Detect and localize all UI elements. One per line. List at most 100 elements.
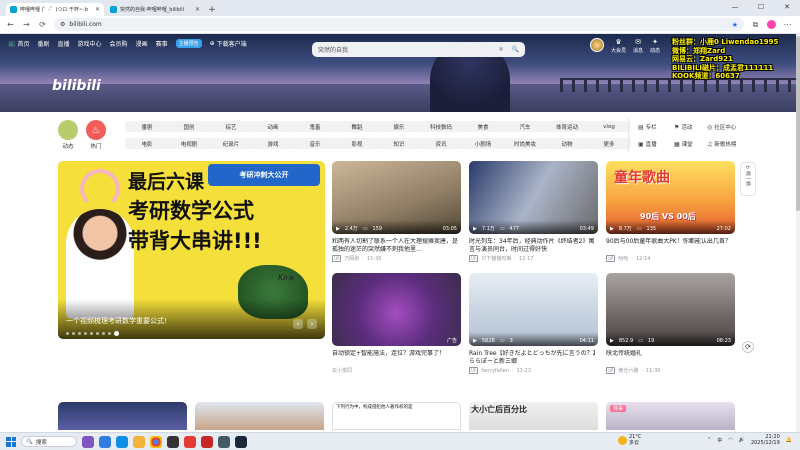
weather-widget[interactable]: 21°C 多云	[618, 434, 641, 446]
windows-start-icon[interactable]	[6, 436, 16, 447]
carousel-dot-active[interactable]	[114, 331, 119, 336]
video-uploader[interactable]: UP 万陌默 · 11-30	[332, 255, 461, 262]
feature-carousel[interactable]: 考研冲刺大公开 Kira 最后六课 考研数学公式 带背大串讲!!! 一个视频梳理…	[58, 161, 325, 339]
carousel-dot[interactable]	[96, 332, 99, 335]
minimize-button[interactable]: —	[722, 0, 748, 14]
video-uploader[interactable]: UP fancyfellen · 11-23	[469, 367, 598, 374]
extensions-icon[interactable]: ⧉	[751, 20, 760, 30]
carousel-dot[interactable]	[102, 332, 105, 335]
channel-pill[interactable]: 知识	[377, 138, 421, 149]
video-uploader[interactable]: UP 只下猫猫鸡琳 · 12-17	[469, 255, 598, 262]
video-title[interactable]: 时光列车：34年后，经典动作片《终结者2》寓言与演员同台，时间过得好快	[469, 238, 598, 254]
ad-card[interactable]: 广告 自动锁定+智能施法，连位？游戏完事了！ 玄小悦同	[332, 273, 461, 374]
search-box[interactable]: 突然的自我 ✖ 🔍	[312, 42, 525, 57]
notification-bell-icon[interactable]: 🔔	[786, 437, 792, 443]
nav-live[interactable]: 直播	[58, 39, 70, 48]
channel-pill[interactable]: 科技数码	[419, 121, 463, 132]
carousel-next-button[interactable]: ›	[307, 319, 317, 329]
channel-pill[interactable]: 美食	[461, 121, 505, 132]
nav-dynamic[interactable]: ✦ 动态	[650, 38, 660, 54]
nav-vip[interactable]: ♛ 大会员	[611, 38, 626, 54]
carousel-dot[interactable]	[78, 332, 81, 335]
close-tab-icon[interactable]: ✕	[95, 6, 100, 13]
channel-pill[interactable]: 时尚美妆	[503, 138, 547, 149]
browser-tab-video[interactable]: 突然的自我-哔哩哔哩_bilibili ✕	[106, 3, 204, 16]
video-card[interactable]: 童年歌曲 90后 VS 00后 ▶ 8.7万 ▭ 135 27:02 90后与00后童年…	[606, 161, 735, 262]
nav-esports[interactable]: 赛事	[156, 39, 168, 48]
video-card[interactable]: ▶ 7.1万 ▭ 477 03:49 时光列车：34年后，经典动作片《终结者2》寓言与演…	[469, 161, 598, 262]
channel-pill[interactable]: 游戏	[251, 138, 295, 149]
channel-pill[interactable]: 动物	[545, 138, 589, 149]
channel-pill[interactable]: 音乐	[293, 138, 337, 149]
back-to-top-button[interactable]: ⟳	[742, 341, 754, 353]
video-thumbnail[interactable]: 童年歌曲 90后 VS 00后 ▶ 8.7万 ▭ 135 27:02	[606, 161, 735, 234]
nav-mall[interactable]: 会员购	[110, 39, 128, 48]
nav-streamer-preview-badge[interactable]: 主播预告	[175, 38, 202, 48]
video-title[interactable]: Rain Tree【好きだよとどっちが先に言うの？】ららぽーと新三郷	[469, 350, 598, 366]
new-tab-button[interactable]: +	[206, 4, 218, 16]
bookmark-star-icon[interactable]: ★	[732, 21, 738, 29]
carousel-dot[interactable]	[90, 332, 93, 335]
link-live[interactable]: ▣ 直播	[638, 140, 657, 149]
channel-pill[interactable]: 影视	[335, 138, 379, 149]
channel-pill[interactable]: 汽车	[503, 121, 547, 132]
video-uploader[interactable]: 玄小悦同	[332, 367, 461, 374]
netease-music-icon[interactable]	[201, 435, 213, 448]
video-title[interactable]: 和两有人切割了联系一个人在大理摆摊卖唐，是孤独的迷茫的突然嫌不刺我他里...	[332, 238, 461, 254]
video-title[interactable]: 90后与00后童年歌曲大PK！你都能认出几首？	[606, 238, 735, 254]
taskbar-search[interactable]: 🔍 搜索	[21, 436, 77, 447]
page-scrollbar[interactable]	[796, 34, 800, 432]
maximize-button[interactable]: ☐	[748, 0, 774, 14]
video-thumbnail[interactable]: ▶ 2.4万 ▭ 159 03:05	[332, 161, 461, 234]
video-thumbnail-partial[interactable]: 大小亡后百分比	[469, 402, 598, 430]
video-thumbnail[interactable]: ▶ 7.1万 ▭ 477 03:49	[469, 161, 598, 234]
ime-indicator[interactable]: 中	[717, 437, 722, 444]
bilibili-logo[interactable]: bilibili	[52, 78, 101, 94]
app-icon[interactable]	[167, 435, 179, 448]
volume-icon[interactable]: 🔊	[739, 437, 745, 443]
feature-caption[interactable]: 一个视频梳理考研数学重要公式!	[66, 316, 167, 326]
taskbar-clock[interactable]: 21:20 2025/12/19	[751, 434, 780, 446]
channel-pill[interactable]: 电视剧	[167, 138, 211, 149]
browser-menu-icon[interactable]: ⋯	[783, 20, 792, 29]
search-icon[interactable]: 🔍	[512, 46, 519, 53]
back-arrow-icon[interactable]: ←	[6, 20, 15, 29]
link-new-songs[interactable]: ♫ 新歌热榜	[707, 140, 736, 149]
user-avatar[interactable]	[590, 38, 604, 52]
site-info-icon[interactable]: ⚙	[60, 21, 65, 28]
carousel-dot[interactable]	[84, 332, 87, 335]
nav-manga[interactable]: 漫画	[136, 39, 148, 48]
profile-avatar[interactable]	[767, 20, 776, 29]
task-view-icon[interactable]	[99, 435, 111, 448]
channel-pill[interactable]: 更多	[587, 138, 631, 149]
carousel-prev-button[interactable]: ‹	[293, 319, 303, 329]
clear-icon[interactable]: ✖	[498, 46, 503, 53]
carousel-dot[interactable]	[108, 332, 111, 335]
chrome-icon[interactable]	[150, 435, 162, 448]
channel-dynamic[interactable]: 动态	[58, 120, 78, 150]
app-icon[interactable]	[82, 435, 94, 448]
channel-pill[interactable]: 国创	[167, 121, 211, 132]
link-column[interactable]: ▤ 专栏	[638, 123, 657, 132]
video-card[interactable]: ▶ 582B ▭ 3 04:11 Rain Tree【好きだよとどっちが先に言うの？】ら…	[469, 273, 598, 374]
video-thumbnail-partial[interactable]: 赛事	[606, 402, 735, 430]
link-community[interactable]: ◎ 社区中心	[707, 123, 736, 132]
video-card[interactable]: ▶ 852.9 ▭ 19 08:23 陕北传统婚礼 UP 黄仓六路 · 11-30	[606, 273, 735, 374]
channel-pill[interactable]: vlog	[587, 121, 631, 132]
tray-chevron-icon[interactable]: ⌃	[707, 437, 711, 443]
channel-pill[interactable]: 舞蹈	[335, 121, 379, 132]
channel-pill[interactable]: 综艺	[209, 121, 253, 132]
edge-icon[interactable]	[116, 435, 128, 448]
nav-messages[interactable]: ✉ 消息	[633, 38, 643, 54]
video-thumbnail-partial[interactable]	[58, 402, 187, 430]
app-icon[interactable]	[184, 435, 196, 448]
video-thumbnail[interactable]: ▶ 852.9 ▭ 19 08:23	[606, 273, 735, 346]
carousel-dot[interactable]	[72, 332, 75, 335]
video-thumbnail[interactable]: ▶ 582B ▭ 3 04:11	[469, 273, 598, 346]
app-icon[interactable]	[218, 435, 230, 448]
channel-pill[interactable]: 番剧	[125, 121, 169, 132]
steam-icon[interactable]	[235, 435, 247, 448]
channel-pill[interactable]: 鬼畜	[293, 121, 337, 132]
browser-tab-bilibili-home[interactable]: 哔哩哔哩 (゜-゜)つロ 干杯~-b ✕	[6, 3, 104, 16]
video-thumbnail[interactable]: 广告	[332, 273, 461, 346]
